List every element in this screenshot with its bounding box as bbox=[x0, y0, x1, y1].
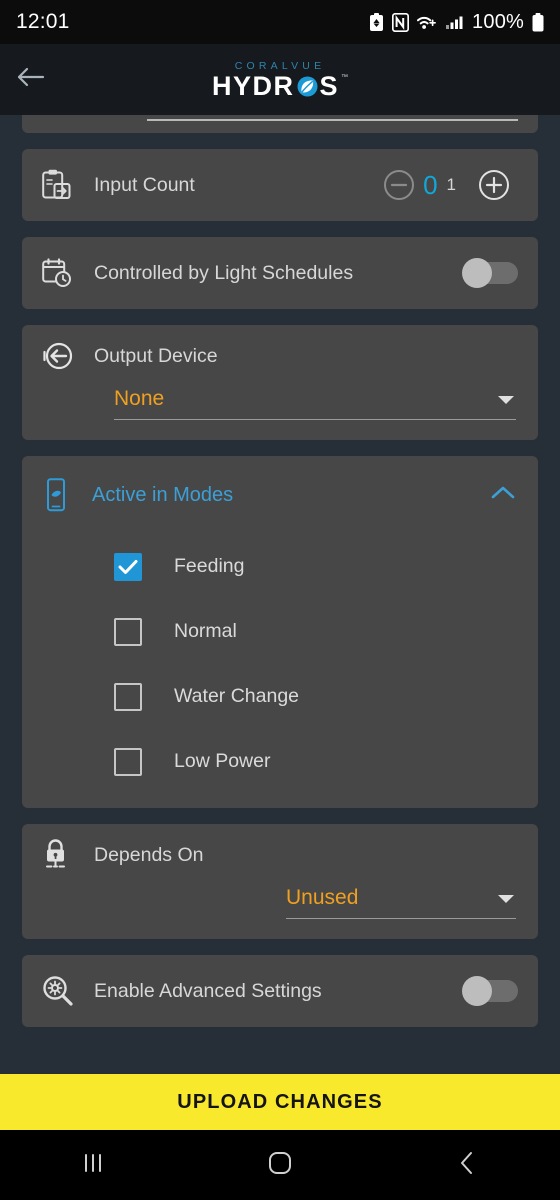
clipboard-input-icon bbox=[42, 169, 84, 201]
status-bar: 12:01 100% bbox=[0, 0, 560, 44]
logo-leaf-mark-icon bbox=[296, 75, 319, 98]
output-device-dropdown[interactable]: None bbox=[114, 387, 516, 420]
app-bar: CORALVUE HYDR S ™ bbox=[0, 44, 560, 115]
input-count-stepper: 0 1 bbox=[375, 161, 518, 209]
chevron-up-icon[interactable] bbox=[490, 485, 516, 506]
active-in-modes-label: Active in Modes bbox=[92, 483, 234, 506]
output-device-dropdown-wrap: None bbox=[22, 387, 538, 440]
advanced-settings-card: Enable Advanced Settings bbox=[22, 955, 538, 1027]
cellular-signal-icon bbox=[446, 13, 464, 32]
back-button-nav[interactable] bbox=[412, 1130, 522, 1200]
nfc-icon bbox=[392, 12, 410, 32]
light-schedules-label: Controlled by Light Schedules bbox=[94, 261, 354, 284]
calendar-clock-icon bbox=[42, 258, 84, 288]
mode-label-feeding: Feeding bbox=[174, 555, 245, 577]
logo-coralvue-text: CORALVUE bbox=[234, 59, 326, 72]
upload-changes-button[interactable]: UPLOAD CHANGES bbox=[0, 1074, 560, 1130]
chevron-down-icon bbox=[496, 393, 516, 411]
depends-on-row: Depends On bbox=[22, 824, 538, 886]
mode-checkbox-water-change[interactable]: Water Change bbox=[22, 664, 538, 729]
logo-hydros-text-left: HYDR bbox=[211, 70, 295, 101]
dropdown-underline bbox=[147, 119, 518, 121]
toggle-knob bbox=[462, 258, 492, 288]
back-arrow-icon bbox=[16, 65, 46, 94]
battery-icon bbox=[532, 12, 544, 32]
battery-saver-icon bbox=[369, 12, 384, 32]
input-count-row: Input Count 0 1 bbox=[22, 149, 538, 221]
depends-on-value: Unused bbox=[286, 886, 359, 909]
depends-on-card: Depends On Unused bbox=[22, 824, 538, 939]
logo-trademark: ™ bbox=[341, 73, 349, 81]
device-wave-icon bbox=[44, 478, 86, 512]
input-count-card: Input Count 0 1 bbox=[22, 149, 538, 221]
status-icons: 100% bbox=[369, 11, 544, 34]
active-in-modes-card: Active in Modes Feeding Normal Water Cha… bbox=[22, 456, 538, 808]
input-count-label: Input Count bbox=[94, 173, 195, 196]
output-device-card: Output Device None bbox=[22, 325, 538, 440]
depends-on-dropdown[interactable]: Unused bbox=[286, 886, 516, 919]
checkbox-checked-icon bbox=[114, 552, 142, 581]
recents-icon bbox=[80, 1151, 106, 1180]
status-time: 12:01 bbox=[16, 10, 70, 33]
mode-checkbox-normal[interactable]: Normal bbox=[22, 599, 538, 664]
output-arrow-icon bbox=[42, 341, 84, 371]
back-icon bbox=[457, 1150, 477, 1181]
light-schedules-toggle[interactable] bbox=[462, 258, 518, 288]
hydros-logo: CORALVUE HYDR S ™ bbox=[0, 44, 560, 115]
android-nav-bar bbox=[0, 1130, 560, 1200]
recents-button[interactable] bbox=[38, 1130, 148, 1200]
advanced-settings-row[interactable]: Enable Advanced Settings bbox=[22, 955, 538, 1027]
light-schedules-card: Controlled by Light Schedules bbox=[22, 237, 538, 309]
checkbox-unchecked-icon bbox=[114, 682, 142, 711]
checkbox-unchecked-icon bbox=[114, 747, 142, 776]
checkbox-unchecked-icon bbox=[114, 617, 142, 646]
battery-percent: 100% bbox=[472, 10, 524, 33]
advanced-settings-label: Enable Advanced Settings bbox=[94, 979, 322, 1002]
active-in-modes-header[interactable]: Active in Modes bbox=[22, 456, 538, 534]
mode-checkbox-low-power[interactable]: Low Power bbox=[22, 729, 538, 794]
mode-checkbox-feeding[interactable]: Feeding bbox=[22, 534, 538, 599]
depends-on-label: Depends On bbox=[94, 843, 204, 866]
advanced-settings-toggle[interactable] bbox=[462, 976, 518, 1006]
chevron-down-icon bbox=[496, 892, 516, 910]
settings-scroll-area[interactable]: Input Count 0 1 Controlled by Light Sche… bbox=[0, 115, 560, 1060]
previous-card-partial[interactable] bbox=[22, 115, 538, 133]
mode-label-water-change: Water Change bbox=[174, 685, 300, 707]
light-schedules-row[interactable]: Controlled by Light Schedules bbox=[22, 237, 538, 309]
mode-label-normal: Normal bbox=[174, 620, 237, 642]
output-device-row: Output Device bbox=[22, 325, 538, 387]
input-count-value: 0 bbox=[423, 169, 438, 200]
output-device-label: Output Device bbox=[94, 344, 218, 367]
home-icon bbox=[267, 1150, 293, 1181]
input-count-max: 1 bbox=[446, 175, 456, 194]
magnifier-gear-icon bbox=[42, 975, 84, 1007]
toggle-knob bbox=[462, 976, 492, 1006]
lock-dependency-icon bbox=[42, 839, 84, 871]
logo-hydros-text-right: S bbox=[319, 70, 340, 101]
home-button[interactable] bbox=[225, 1130, 335, 1200]
input-count-decrement-button[interactable] bbox=[375, 161, 423, 209]
back-button[interactable] bbox=[0, 44, 62, 115]
depends-on-dropdown-wrap: Unused bbox=[22, 886, 538, 939]
output-device-value: None bbox=[114, 387, 165, 410]
mode-label-low-power: Low Power bbox=[174, 750, 271, 772]
input-count-increment-button[interactable] bbox=[470, 161, 518, 209]
wifi-icon bbox=[417, 13, 438, 32]
